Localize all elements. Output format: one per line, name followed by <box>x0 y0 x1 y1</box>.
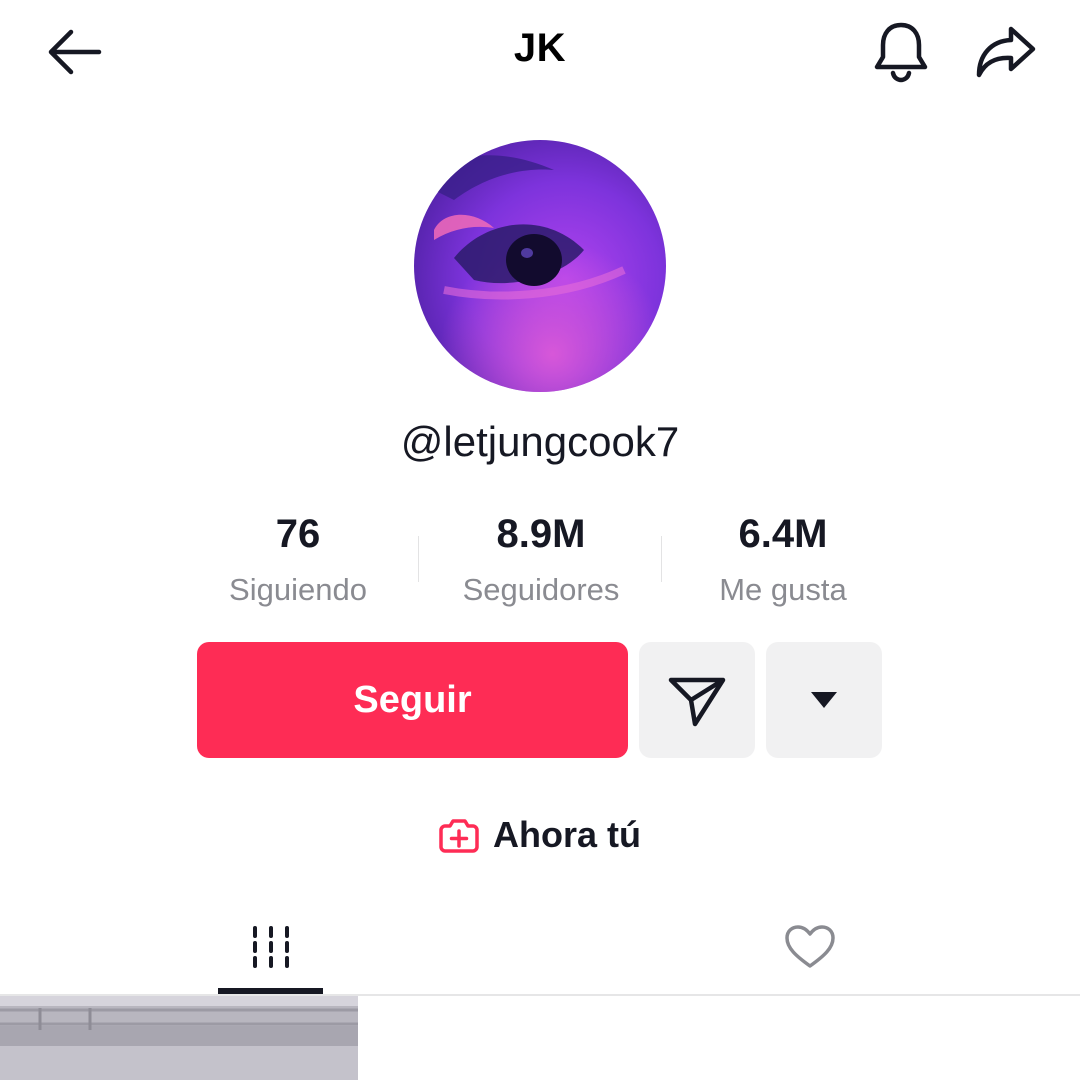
share-button[interactable] <box>972 18 1040 84</box>
share-arrow-icon <box>976 26 1036 78</box>
video-thumbnail[interactable] <box>0 996 358 1080</box>
video-grid <box>0 996 1080 1080</box>
followers-label: Seguidores <box>462 572 620 607</box>
following-label: Siguiendo <box>229 572 367 607</box>
tab-videos[interactable] <box>218 900 323 994</box>
top-bar: JK <box>0 0 1080 110</box>
stats-divider <box>418 536 419 582</box>
following-count: 76 <box>275 512 321 556</box>
add-now-link[interactable]: Ahora tú <box>0 810 1080 860</box>
caret-down-icon <box>811 692 837 708</box>
stats-divider <box>661 536 662 582</box>
following-stat[interactable]: 76 Siguiendo <box>178 508 418 610</box>
add-camera-icon <box>439 819 479 853</box>
likes-stat[interactable]: 6.4M Me gusta <box>663 508 903 610</box>
grid-lines-icon <box>252 926 289 968</box>
username: @letjungcook7 <box>400 418 680 465</box>
avatar-photo <box>414 140 666 392</box>
followers-count: 8.9M <box>496 512 586 556</box>
send-message-icon <box>668 677 726 727</box>
heart-icon <box>784 925 835 968</box>
active-tab-indicator <box>218 988 323 994</box>
video-thumbnail-image <box>0 996 358 1080</box>
notification-bell-button[interactable] <box>868 18 934 84</box>
tab-liked[interactable] <box>757 900 862 994</box>
message-button[interactable] <box>639 642 755 758</box>
profile-tabs <box>0 900 1080 996</box>
likes-label: Me gusta <box>719 572 847 607</box>
followers-stat[interactable]: 8.9M Seguidores <box>421 508 661 610</box>
add-now-label: Ahora tú <box>493 814 641 855</box>
follow-button[interactable]: Seguir <box>197 642 628 758</box>
profile-avatar[interactable] <box>414 140 666 392</box>
bell-icon <box>874 22 928 83</box>
profile-stats: 76 Siguiendo 8.9M Seguidores 6.4M Me gus… <box>0 508 1080 618</box>
likes-count: 6.4M <box>738 512 828 556</box>
more-options-button[interactable] <box>766 642 882 758</box>
